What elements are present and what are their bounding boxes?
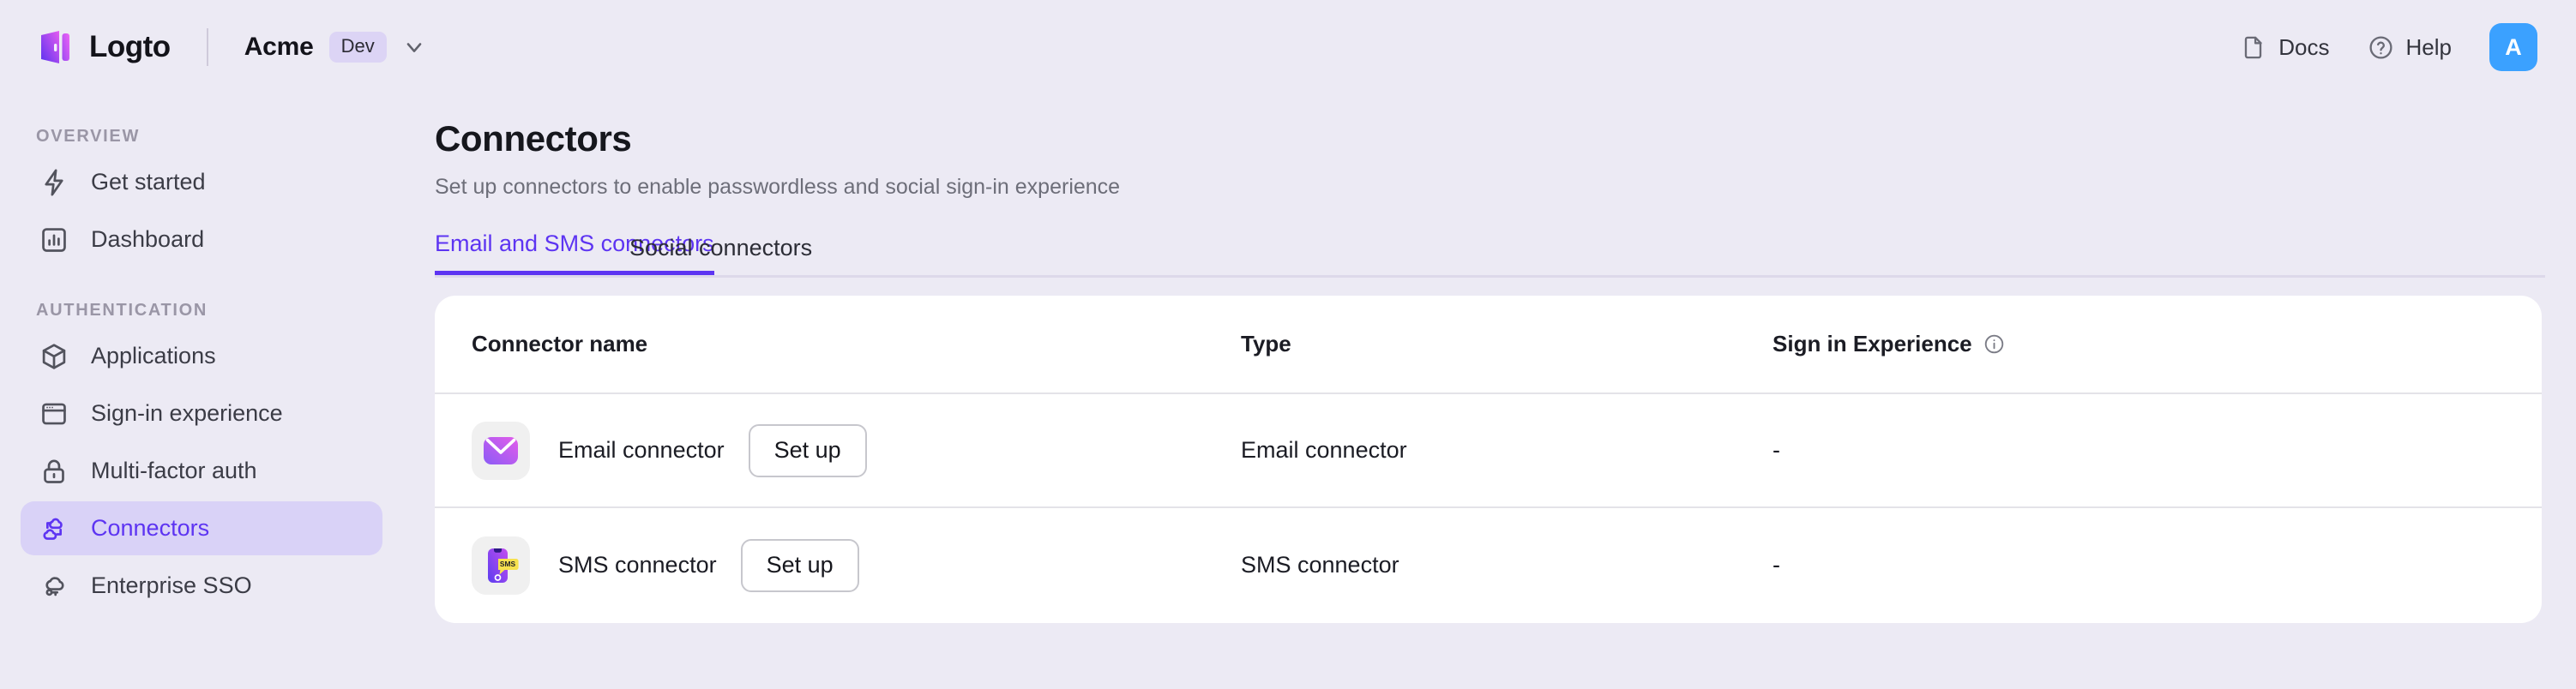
tab-bar: Email and SMS connectors Social connecto… [435,229,2545,278]
sidebar: OVERVIEW Get started Dashboard AUTHENTIC… [0,94,403,689]
table-header-row: Connector name Type Sign in Experience [435,296,2542,394]
tenant-selector[interactable]: Acme Dev [244,32,426,63]
sidebar-item-enterprise-sso[interactable]: Enterprise SSO [21,559,382,613]
sidebar-item-label: Dashboard [91,226,205,252]
sidebar-item-get-started[interactable]: Get started [21,155,382,209]
lightning-bolt-icon [39,168,69,197]
sidebar-item-sign-in-experience[interactable]: Sign-in experience [21,386,382,440]
document-icon [2240,34,2266,61]
avatar[interactable]: A [2489,23,2537,71]
docs-button[interactable]: Docs [2240,33,2330,61]
set-up-button-email[interactable]: Set up [748,423,867,477]
connectors-cloud-icon [39,514,69,543]
connector-name: Email connector [558,437,725,463]
sidebar-section-title-overview: OVERVIEW [36,127,141,146]
question-circle-icon [2368,34,2394,61]
table-header-cell-type: Type [1241,331,1291,356]
info-icon[interactable] [1983,333,2005,355]
sidebar-item-label: Get started [91,169,206,195]
sidebar-item-label: Enterprise SSO [91,572,252,598]
tenant-env-badge: Dev [328,32,387,63]
connector-name: SMS connector [558,552,717,578]
docs-label: Docs [2278,33,2330,60]
table-header-cell-sign-in-experience: Sign in Experience [1773,331,2542,357]
sidebar-item-connectors[interactable]: Connectors [21,501,382,555]
sidebar-section-title-authentication: AUTHENTICATION [36,301,208,320]
table-cell-sign-in-experience: - [1773,552,1780,578]
brand-name: Logto [89,30,171,63]
browser-window-icon [39,399,69,428]
top-bar: Logto Acme Dev Docs Help A [0,0,2576,94]
bar-chart-icon [39,225,69,255]
sidebar-item-dashboard[interactable]: Dashboard [21,213,382,267]
avatar-initial: A [2505,33,2522,60]
table-cell-connector-name: Email connector Set up [435,421,1241,480]
connectors-card: Connector name Type Sign in Experience E… [435,296,2542,623]
sidebar-item-label: Applications [91,343,216,368]
connectors-table: Connector name Type Sign in Experience E… [435,296,2542,622]
main-content: Connectors Set up connectors to enable p… [403,94,2576,689]
svg-text:SMS: SMS [500,560,516,568]
sidebar-item-label: Sign-in experience [91,400,283,426]
table-header-cell-connector-name: Connector name [472,331,648,356]
set-up-button-sms[interactable]: Set up [740,538,859,592]
cube-icon [39,342,69,371]
sidebar-item-label: Multi-factor auth [91,458,257,483]
sidebar-item-applications[interactable]: Applications [21,329,382,383]
table-cell-type: Email connector [1241,437,1407,463]
table-cell-sign-in-experience: - [1773,437,1780,463]
table-cell-type: SMS connector [1241,552,1399,578]
table-row[interactable]: SMS SMS connector Set up SMS connector - [435,508,2542,622]
sms-phone-icon: SMS [472,536,530,595]
sign-in-experience-header-label: Sign in Experience [1773,331,1972,356]
chevron-down-icon[interactable] [402,35,426,59]
tenant-name: Acme [244,33,314,61]
cloud-key-icon [39,572,69,601]
brand[interactable]: Logto [39,29,171,65]
help-label: Help [2405,33,2452,60]
help-button[interactable]: Help [2368,34,2452,61]
table-row[interactable]: Email connector Set up Email connector - [435,394,2542,508]
page-title: Connectors [435,118,632,159]
sidebar-item-label: Connectors [91,515,210,541]
lock-icon [39,457,69,486]
sidebar-item-multi-factor-auth[interactable]: Multi-factor auth [21,444,382,498]
header-divider [206,28,208,66]
top-bar-actions: Docs Help A [2240,23,2537,71]
table-cell-connector-name: SMS SMS connector Set up [435,536,1241,595]
logto-logo-icon [39,29,75,65]
tab-social-connectors[interactable]: Social connectors [629,235,812,275]
page-subtitle: Set up connectors to enable passwordless… [435,175,1121,199]
email-envelope-icon [472,421,530,480]
